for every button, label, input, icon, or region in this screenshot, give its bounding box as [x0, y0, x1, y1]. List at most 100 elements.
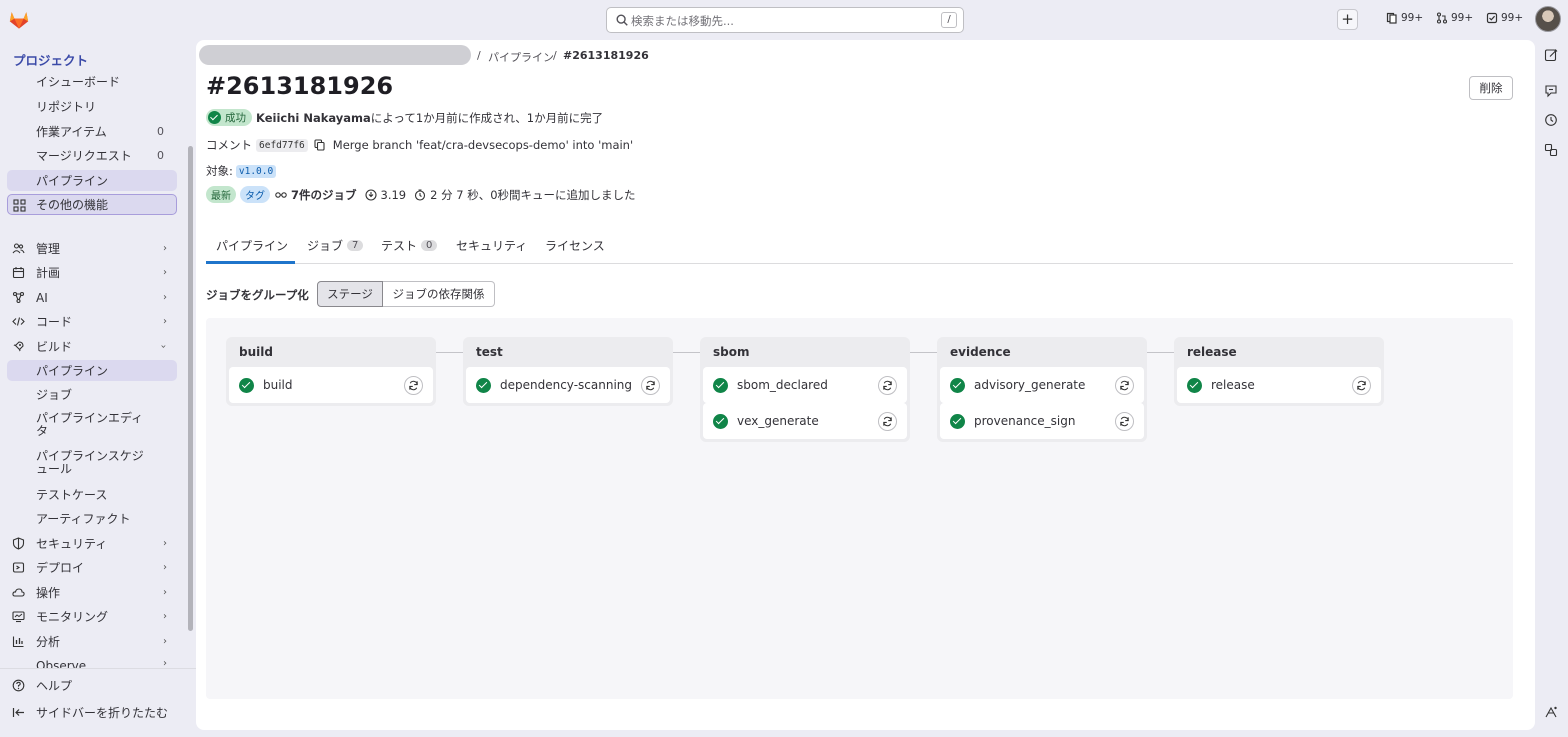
sidebar-group-security[interactable]: セキュリティ ›	[7, 533, 177, 554]
sidebar-scrollbar[interactable]	[188, 146, 193, 631]
sidebar-item-more-features[interactable]: その他の機能	[7, 194, 177, 215]
sidebar-footer: ヘルプ サイドバーを折りたたむ	[0, 668, 196, 737]
chevron-right-icon: ›	[163, 243, 167, 254]
job-item[interactable]: provenance_sign	[940, 403, 1144, 439]
sidebar-item-artifacts[interactable]: アーティファクト	[7, 508, 177, 529]
job-item[interactable]: advisory_generate	[940, 367, 1144, 403]
help-button[interactable]: ヘルプ	[7, 675, 177, 696]
history-icon[interactable]	[1544, 113, 1558, 127]
sidebar-group-monitor[interactable]: モニタリング ›	[7, 606, 177, 627]
sidebar-project-header[interactable]: プロジェクト	[13, 50, 88, 69]
chevron-down-icon: ›	[157, 344, 169, 349]
sidebar-item-repository[interactable]: リポジトリ	[7, 96, 177, 117]
retry-button[interactable]	[878, 412, 897, 431]
sidebar-item-merge-requests[interactable]: マージリクエスト 0	[7, 145, 177, 166]
breadcrumb-pipelines[interactable]: パイプライン	[488, 49, 554, 65]
group-by-stage-button[interactable]: ステージ	[317, 281, 383, 307]
users-icon	[12, 243, 25, 254]
status-success-icon	[713, 414, 728, 429]
chevron-right-icon: ›	[163, 587, 167, 598]
commit-row: コメント 6efd77f6 Merge branch 'feat/cra-dev…	[206, 137, 633, 153]
sidebar-item-test-cases[interactable]: テストケース	[7, 484, 177, 505]
stage-title: release	[1187, 345, 1237, 359]
sidebar-item-pipeline-schedules[interactable]: パイプラインスケジュール	[7, 448, 152, 480]
tab-licenses[interactable]: ライセンス	[545, 237, 605, 254]
merge-requests-counter[interactable]: 99+	[1436, 12, 1473, 24]
sidebar-group-code[interactable]: コード ›	[7, 311, 177, 332]
rocket-icon	[13, 341, 24, 352]
gitlab-logo-icon[interactable]	[8, 9, 30, 30]
sidebar-group-analyze[interactable]: 分析 ›	[7, 631, 177, 652]
sidebar-group-deploy[interactable]: デプロイ ›	[7, 557, 177, 578]
retry-button[interactable]	[1115, 412, 1134, 431]
sidebar-group-manage[interactable]: 管理 ›	[7, 238, 177, 259]
chevron-right-icon: ›	[163, 292, 167, 303]
job-name: build	[263, 378, 293, 392]
retry-button[interactable]	[1352, 376, 1371, 395]
sidebar-group-build[interactable]: ビルド ›	[7, 336, 177, 357]
commit-message[interactable]: Merge branch 'feat/cra-devsecops-demo' i…	[333, 138, 633, 152]
search-icon	[616, 14, 628, 26]
chart-icon	[12, 636, 24, 648]
chevron-right-icon: ›	[163, 658, 167, 668]
job-item[interactable]: dependency-scanning	[466, 367, 670, 403]
sidebar-group-ai[interactable]: AI ›	[7, 287, 177, 308]
retry-icon	[883, 380, 892, 391]
job-item[interactable]: sbom_declared	[703, 367, 907, 403]
compare-icon[interactable]	[1544, 143, 1558, 157]
sidebar: プロジェクト イシューボード リポジトリ 作業アイテム 0 マージリクエスト 0 パ…	[0, 40, 196, 737]
check-circle-icon	[208, 111, 221, 124]
search-input[interactable]: 検索または移動先... /	[606, 7, 964, 33]
tests-tab-count: 0	[421, 240, 438, 251]
group-by-dependencies-button[interactable]: ジョブの依存関係	[383, 281, 495, 307]
user-avatar[interactable]	[1535, 6, 1561, 32]
job-item[interactable]: release	[1177, 367, 1381, 403]
chevron-right-icon: ›	[163, 611, 167, 622]
retry-button[interactable]	[1115, 376, 1134, 395]
status-badge[interactable]: 成功	[206, 109, 252, 126]
sidebar-item-work-items[interactable]: 作業アイテム 0	[7, 121, 177, 142]
tab-tests[interactable]: テスト 0	[381, 237, 438, 254]
sidebar-item-pipeline-editor[interactable]: パイプラインエディタ	[7, 410, 147, 442]
sidebar-item-jobs[interactable]: ジョブ	[7, 384, 177, 405]
retry-icon	[883, 416, 892, 427]
shield-icon	[12, 537, 25, 550]
todos-counter[interactable]: 99+	[1486, 12, 1523, 24]
retry-button[interactable]	[404, 376, 423, 395]
job-name: dependency-scanning	[500, 378, 632, 392]
collapse-sidebar-button[interactable]: サイドバーを折りたたむ	[7, 702, 177, 723]
sidebar-item-issue-board[interactable]: イシューボード	[7, 71, 177, 92]
todo-icon	[1486, 12, 1498, 24]
sidebar-item-pipelines-pinned[interactable]: パイプライン	[7, 170, 177, 191]
stage-title: build	[239, 345, 273, 359]
job-item[interactable]: vex_generate	[703, 403, 907, 439]
edit-icon[interactable]	[1544, 48, 1558, 62]
jobs-tab-count: 7	[347, 240, 364, 251]
issues-icon	[1386, 12, 1397, 24]
target-tag[interactable]: v1.0.0	[235, 164, 277, 178]
commit-sha[interactable]: 6efd77f6	[256, 138, 308, 152]
job-item[interactable]: build	[229, 367, 433, 403]
delete-button[interactable]: 削除	[1469, 76, 1513, 100]
sidebar-group-plan[interactable]: 計画 ›	[7, 262, 177, 283]
job-name: vex_generate	[737, 414, 819, 428]
author-link[interactable]: Keiichi Nakayama	[256, 111, 371, 125]
sidebar-item-build-pipelines[interactable]: パイプライン	[7, 360, 177, 381]
tab-jobs[interactable]: ジョブ 7	[307, 237, 364, 254]
retry-button[interactable]	[878, 376, 897, 395]
retry-button[interactable]	[641, 376, 660, 395]
tab-pipeline[interactable]: パイプライン	[216, 237, 288, 254]
create-new-button[interactable]: +	[1337, 9, 1358, 30]
issues-counter[interactable]: 99+	[1386, 12, 1423, 24]
tanuki-ai-icon[interactable]	[1544, 705, 1558, 719]
sidebar-group-observe[interactable]: Observe ›	[7, 656, 177, 668]
breadcrumb-project-redacted[interactable]	[199, 45, 471, 65]
status-success-icon	[1187, 378, 1202, 393]
target-label: 対象:	[206, 164, 233, 178]
tab-security[interactable]: セキュリティ	[456, 237, 527, 254]
sidebar-group-operate[interactable]: 操作 ›	[7, 582, 177, 603]
copy-icon[interactable]	[314, 139, 325, 151]
merge-request-icon	[1436, 12, 1448, 24]
stage-title: evidence	[950, 345, 1011, 359]
review-icon[interactable]	[1544, 84, 1558, 98]
